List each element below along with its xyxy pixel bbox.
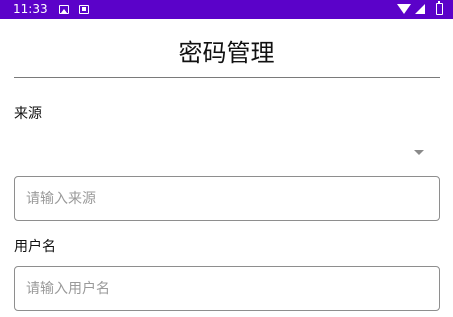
source-input[interactable] — [14, 176, 440, 221]
battery-icon — [436, 1, 443, 15]
status-bar: 11:33 — [0, 0, 453, 19]
signal-icon — [415, 4, 425, 14]
username-label: 用户名 — [14, 239, 56, 255]
a-icon — [79, 5, 89, 14]
source-dropdown[interactable] — [14, 140, 440, 166]
page-title: 密码管理 — [178, 39, 275, 67]
source-label: 来源 — [14, 106, 42, 122]
dropdown-arrow-icon — [414, 150, 424, 155]
image-icon — [59, 5, 69, 14]
header-divider — [14, 77, 440, 78]
username-input[interactable] — [14, 266, 440, 311]
wifi-icon — [397, 4, 411, 14]
status-time: 11:33 — [13, 2, 48, 16]
